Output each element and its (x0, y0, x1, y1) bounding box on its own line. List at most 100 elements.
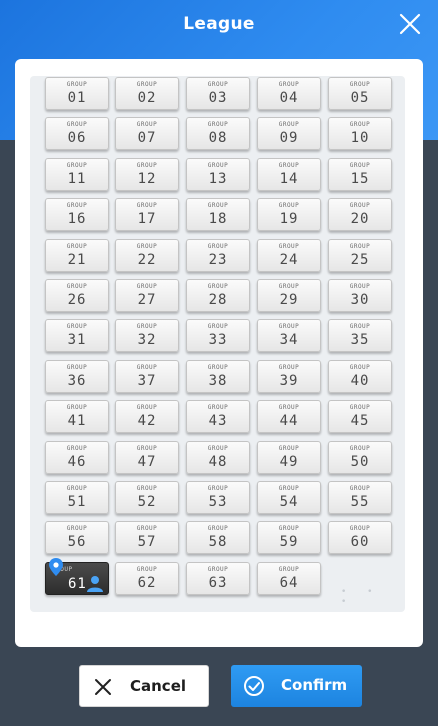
group-tile-55[interactable]: GROUP 55 (328, 481, 392, 514)
group-caption: GROUP (66, 242, 88, 250)
group-tile-56[interactable]: GROUP 56 (45, 521, 109, 555)
group-tile-22[interactable]: GROUP 22 (115, 238, 179, 272)
group-tile-64[interactable]: GROUP 64 (257, 561, 321, 595)
group-tile-35[interactable]: GROUP 35 (328, 319, 392, 353)
group-caption: GROUP (136, 202, 158, 210)
group-tile-43[interactable]: GROUP 43 (186, 400, 250, 434)
confirm-label: Confirm (281, 676, 348, 694)
group-caption: GROUP (207, 485, 229, 492)
close-icon[interactable] (398, 12, 422, 36)
group-tile-31[interactable]: GROUP 31 (45, 319, 109, 353)
group-tile-04[interactable]: GROUP 04 (257, 77, 321, 110)
confirm-button[interactable]: Confirm (231, 665, 362, 707)
group-tile-17[interactable]: GROUP 17 (115, 198, 179, 232)
group-tile-20[interactable]: GROUP 20 (328, 198, 392, 232)
group-tile-44[interactable]: GROUP 44 (257, 400, 321, 434)
group-caption: GROUP (349, 161, 371, 169)
group-tile-13[interactable]: GROUP 13 (186, 157, 250, 191)
group-number: 62 (137, 574, 157, 591)
group-tile-51[interactable]: GROUP 51 (45, 481, 109, 514)
group-tile-61[interactable]: GROUP 61 (45, 557, 109, 595)
group-tile-26[interactable]: GROUP 26 (45, 279, 109, 312)
group-tile-60[interactable]: GROUP 60 (328, 521, 392, 555)
group-number: 15 (350, 170, 370, 187)
group-number: 44 (279, 413, 299, 430)
group-tile-01[interactable]: GROUP 01 (45, 77, 109, 110)
group-tile-41[interactable]: GROUP 41 (45, 400, 109, 434)
group-tile-16[interactable]: GROUP 16 (45, 198, 109, 232)
group-tile-23[interactable]: GROUP 23 (186, 238, 250, 272)
group-tile-21[interactable]: GROUP 21 (45, 238, 109, 272)
group-caption: GROUP (136, 444, 158, 452)
group-tile-33[interactable]: GROUP 33 (186, 319, 250, 353)
group-tile-40[interactable]: GROUP 40 (328, 359, 392, 393)
group-tile-47[interactable]: GROUP 47 (115, 440, 179, 474)
group-tile-18[interactable]: GROUP 18 (186, 198, 250, 232)
group-tile-02[interactable]: GROUP 02 (115, 77, 179, 110)
group-tile-24[interactable]: GROUP 24 (257, 238, 321, 272)
group-number: 14 (279, 170, 299, 187)
group-caption: GROUP (66, 121, 88, 129)
group-caption: GROUP (349, 444, 371, 452)
group-caption: GROUP (349, 283, 371, 290)
group-tile-59[interactable]: GROUP 59 (257, 521, 321, 555)
group-tile-49[interactable]: GROUP 49 (257, 440, 321, 474)
group-caption: GROUP (66, 323, 88, 331)
group-tile-57[interactable]: GROUP 57 (115, 521, 179, 555)
group-caption: GROUP (278, 161, 300, 169)
group-number: 49 (279, 453, 299, 470)
group-caption: GROUP (136, 161, 158, 169)
group-tile-48[interactable]: GROUP 48 (186, 440, 250, 474)
group-tile-15[interactable]: GROUP 15 (328, 157, 392, 191)
group-tile-58[interactable]: GROUP 58 (186, 521, 250, 555)
group-tile-32[interactable]: GROUP 32 (115, 319, 179, 353)
group-caption: GROUP (278, 283, 300, 290)
group-number: 21 (67, 251, 87, 268)
group-tile-07[interactable]: GROUP 07 (115, 117, 179, 151)
group-tile-19[interactable]: GROUP 19 (257, 198, 321, 232)
group-tile-39[interactable]: GROUP 39 (257, 359, 321, 393)
group-tile-28[interactable]: GROUP 28 (186, 279, 250, 312)
group-caption: GROUP (136, 242, 158, 250)
group-tile-10[interactable]: GROUP 10 (328, 117, 392, 151)
group-number: 59 (279, 534, 299, 551)
user-icon (86, 574, 104, 592)
group-tile-42[interactable]: GROUP 42 (115, 400, 179, 434)
group-tile-27[interactable]: GROUP 27 (115, 279, 179, 312)
group-number: 03 (208, 90, 228, 106)
group-caption: GROUP (136, 81, 158, 88)
group-number: 60 (350, 534, 370, 551)
group-tile-11[interactable]: GROUP 11 (45, 157, 109, 191)
group-number: 34 (279, 332, 299, 349)
group-tile-34[interactable]: GROUP 34 (257, 319, 321, 353)
group-tile-29[interactable]: GROUP 29 (257, 279, 321, 312)
group-number: 02 (137, 90, 157, 106)
group-tile-14[interactable]: GROUP 14 (257, 157, 321, 191)
group-tile-62[interactable]: GROUP 62 (115, 561, 179, 595)
group-number: 16 (67, 211, 87, 228)
cancel-button[interactable]: Cancel (79, 665, 209, 707)
group-tile-09[interactable]: GROUP 09 (257, 117, 321, 151)
group-tile-06[interactable]: GROUP 06 (45, 117, 109, 151)
group-tile-12[interactable]: GROUP 12 (115, 157, 179, 191)
group-tile-03[interactable]: GROUP 03 (186, 77, 250, 110)
group-tile-25[interactable]: GROUP 25 (328, 238, 392, 272)
group-number: 28 (208, 292, 228, 308)
group-caption: GROUP (278, 202, 300, 210)
group-tile-53[interactable]: GROUP 53 (186, 481, 250, 514)
group-tile-63[interactable]: GROUP 63 (186, 561, 250, 595)
group-tile-52[interactable]: GROUP 52 (115, 481, 179, 514)
group-tile-05[interactable]: GROUP 05 (328, 77, 392, 110)
group-tile-46[interactable]: GROUP 46 (45, 440, 109, 474)
group-tile-36[interactable]: GROUP 36 (45, 359, 109, 393)
group-tile-54[interactable]: GROUP 54 (257, 481, 321, 514)
group-tile-37[interactable]: GROUP 37 (115, 359, 179, 393)
group-tile-50[interactable]: GROUP 50 (328, 440, 392, 474)
group-tile-30[interactable]: GROUP 30 (328, 279, 392, 312)
group-tile-45[interactable]: GROUP 45 (328, 400, 392, 434)
group-number: 24 (279, 251, 299, 268)
group-number: 53 (208, 494, 228, 510)
location-pin-icon (49, 557, 63, 576)
group-tile-38[interactable]: GROUP 38 (186, 359, 250, 393)
group-tile-08[interactable]: GROUP 08 (186, 117, 250, 151)
